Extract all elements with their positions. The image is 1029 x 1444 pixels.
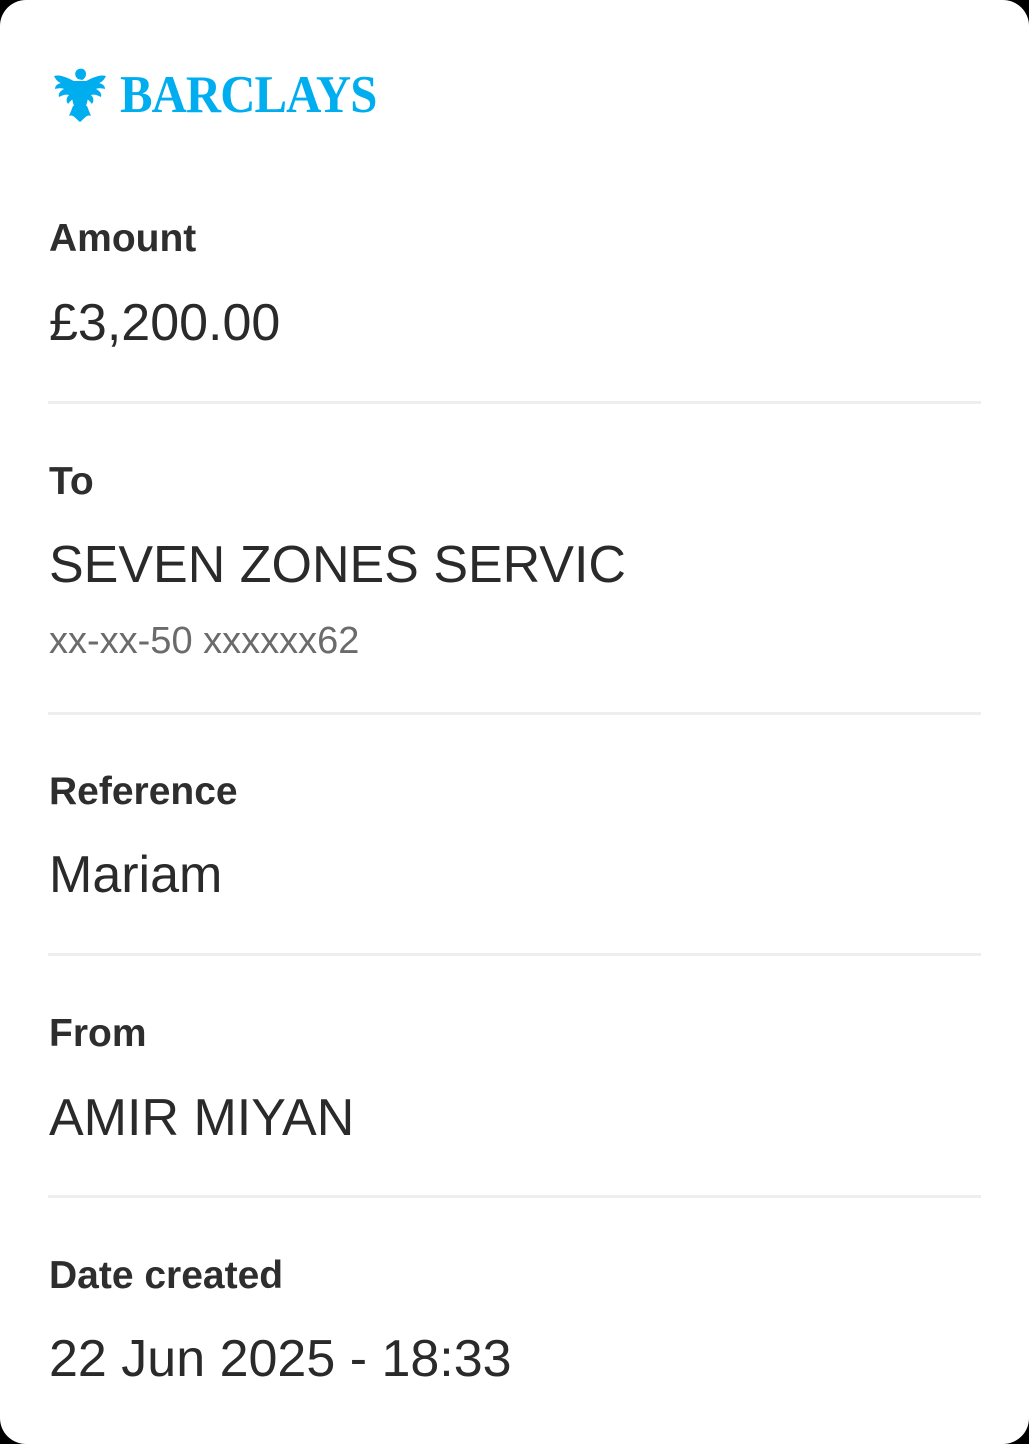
eagle-icon — [52, 66, 108, 124]
from-value: AMIR MIYAN — [49, 1089, 355, 1147]
amount-label: Amount — [49, 217, 197, 260]
date-created-label: Date created — [49, 1254, 284, 1297]
divider — [48, 401, 981, 404]
reference-label: Reference — [49, 770, 238, 813]
barclays-logo: BARCLAYS — [52, 64, 399, 126]
brand-wordmark: BARCLAYS — [120, 65, 377, 124]
divider — [48, 953, 981, 956]
to-label: To — [49, 460, 94, 503]
to-value: SEVEN ZONES SERVIC — [49, 536, 626, 594]
date-created-value: 22 Jun 2025 - 18:33 — [49, 1330, 512, 1388]
from-label: From — [49, 1012, 147, 1055]
reference-value: Mariam — [49, 846, 223, 904]
payment-details-card: BARCLAYS Amount £3,200.00 To SEVEN ZONES… — [0, 0, 1029, 1444]
divider — [48, 1195, 981, 1198]
to-account-number: xx-xx-50 xxxxxx62 — [49, 620, 360, 662]
divider — [48, 712, 981, 715]
amount-value: £3,200.00 — [49, 294, 281, 352]
